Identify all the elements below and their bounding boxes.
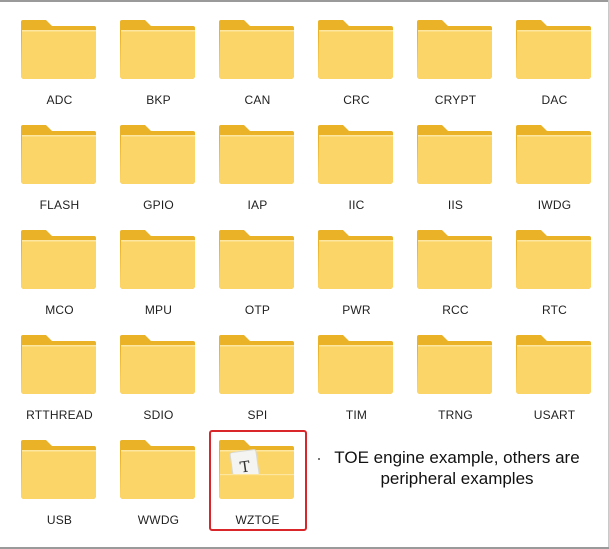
folder-icon (21, 20, 96, 79)
folder-item-can[interactable]: CAN (210, 12, 309, 117)
folder-label: PWR (342, 303, 371, 317)
folder-icon (417, 20, 492, 79)
folder-label: TIM (345, 408, 368, 422)
folder-icon (21, 440, 96, 499)
folder-item-mco[interactable]: MCO (12, 222, 111, 327)
folder-label: TRNG (438, 408, 473, 422)
folder-label: IIS (447, 198, 464, 212)
annotation-text: TOE engine example, others are periphera… (312, 447, 602, 489)
folder-label: CRYPT (434, 93, 477, 107)
folder-item-bkp[interactable]: BKP (111, 12, 210, 117)
folder-item-usart[interactable]: USART (507, 327, 606, 432)
folder-item-rtthread[interactable]: RTTHREAD (12, 327, 111, 432)
folder-label: IAP (247, 198, 268, 212)
folder-label: FLASH (39, 198, 80, 212)
folder-label: MCO (45, 303, 74, 317)
folder-icon (318, 20, 393, 79)
folder-icon (21, 125, 96, 184)
folder-label: CRC (343, 93, 370, 107)
folder-label: SPI (247, 408, 268, 422)
folder-label: USB (46, 513, 73, 527)
annotation-line-2: peripheral examples (380, 469, 534, 488)
folder-icon (516, 125, 591, 184)
folder-item-tim[interactable]: TIM (309, 327, 408, 432)
folder-icon (219, 20, 294, 79)
folder-item-pwr[interactable]: PWR (309, 222, 408, 327)
folder-icon (318, 125, 393, 184)
folder-item-trng[interactable]: TRNG (408, 327, 507, 432)
folder-item-iic[interactable]: IIC (309, 117, 408, 222)
folder-icon (318, 335, 393, 394)
folder-label: RTTHREAD (26, 408, 93, 422)
folder-label: GPIO (143, 198, 174, 212)
folder-item-iwdg[interactable]: IWDG (507, 117, 606, 222)
folder-label: IWDG (537, 198, 572, 212)
folder-item-iap[interactable]: IAP (210, 117, 309, 222)
folder-label: IIC (348, 198, 365, 212)
wztoe-highlight-box (209, 430, 307, 531)
folder-label: WWDG (137, 513, 180, 527)
folder-icon (417, 125, 492, 184)
folder-icon (120, 230, 195, 289)
window-top-border (0, 0, 609, 2)
folder-item-crypt[interactable]: CRYPT (408, 12, 507, 117)
folder-icon (21, 230, 96, 289)
folder-item-adc[interactable]: ADC (12, 12, 111, 117)
folder-item-flash[interactable]: FLASH (12, 117, 111, 222)
folder-icon (516, 230, 591, 289)
folder-label: RCC (442, 303, 469, 317)
folder-icon (120, 125, 195, 184)
folder-label: ADC (46, 93, 73, 107)
folder-item-crc[interactable]: CRC (309, 12, 408, 117)
folder-icon (219, 125, 294, 184)
folder-item-mpu[interactable]: MPU (111, 222, 210, 327)
folder-icon (318, 230, 393, 289)
folder-label: BKP (146, 93, 171, 107)
folder-label: USART (533, 408, 576, 422)
folder-icon (219, 335, 294, 394)
folder-item-dac[interactable]: DAC (507, 12, 606, 117)
folder-icon (120, 20, 195, 79)
folder-label: MPU (144, 303, 173, 317)
folder-item-otp[interactable]: OTP (210, 222, 309, 327)
folder-icon (219, 230, 294, 289)
folder-item-gpio[interactable]: GPIO (111, 117, 210, 222)
folder-item-rcc[interactable]: RCC (408, 222, 507, 327)
folder-item-sdio[interactable]: SDIO (111, 327, 210, 432)
folder-label: DAC (541, 93, 568, 107)
folder-label: CAN (244, 93, 271, 107)
folder-item-rtc[interactable]: RTC (507, 222, 606, 327)
folder-icon (120, 335, 195, 394)
folder-label: SDIO (143, 408, 174, 422)
folder-icon (21, 335, 96, 394)
folder-icon (417, 335, 492, 394)
folder-icon (417, 230, 492, 289)
folder-icon (516, 20, 591, 79)
folder-icon (120, 440, 195, 499)
folder-item-wwdg[interactable]: WWDG (111, 432, 210, 537)
folder-label: OTP (244, 303, 271, 317)
folder-item-usb[interactable]: USB (12, 432, 111, 537)
folder-label: RTC (541, 303, 568, 317)
folder-item-spi[interactable]: SPI (210, 327, 309, 432)
annotation-line-1: TOE engine example, others are (334, 448, 580, 467)
folder-icon (516, 335, 591, 394)
folder-item-iis[interactable]: IIS (408, 117, 507, 222)
